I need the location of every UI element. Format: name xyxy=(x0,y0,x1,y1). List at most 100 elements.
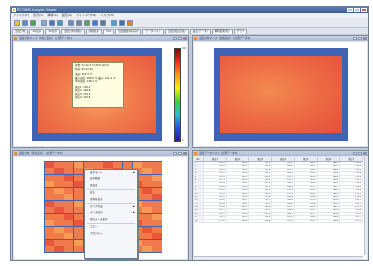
column-header[interactable]: 測点1 xyxy=(204,157,227,161)
column-header[interactable]: 測点7 xyxy=(340,157,363,161)
grid-icon[interactable] xyxy=(57,20,63,26)
grid-cell[interactable] xyxy=(54,207,64,214)
heatmap-canvas[interactable] xyxy=(194,42,367,146)
grid-cell[interactable] xyxy=(142,161,152,168)
grid-cell[interactable] xyxy=(44,207,54,214)
grid-cell[interactable] xyxy=(64,233,74,240)
grid-cell[interactable] xyxy=(54,181,64,188)
maximize-button[interactable] xyxy=(354,8,360,12)
grid-cell[interactable] xyxy=(54,239,64,246)
panel-close-button[interactable] xyxy=(363,152,367,155)
grid-cell[interactable] xyxy=(142,233,152,240)
grid-cell[interactable] xyxy=(142,220,152,227)
grid-cell[interactable] xyxy=(73,207,84,214)
grid-cell[interactable] xyxy=(152,233,162,240)
grid-cell[interactable] xyxy=(44,181,54,188)
grid-cell[interactable] xyxy=(73,187,84,194)
grid-cell[interactable] xyxy=(152,226,162,233)
grid-cell[interactable] xyxy=(44,161,54,168)
panel-close-button[interactable] xyxy=(183,152,187,155)
grid-cell[interactable] xyxy=(44,226,54,233)
grid-cell[interactable] xyxy=(64,200,74,207)
report-icon[interactable] xyxy=(92,20,98,26)
layout-icon[interactable] xyxy=(111,20,117,26)
grid-cell[interactable] xyxy=(64,194,74,201)
grid-cell[interactable] xyxy=(142,187,152,194)
grid-cell[interactable] xyxy=(44,194,54,201)
grid-cell[interactable] xyxy=(64,161,74,168)
grid-cell[interactable] xyxy=(152,181,162,188)
grid-cell[interactable] xyxy=(73,213,84,220)
grid-cell[interactable] xyxy=(132,161,142,168)
chart-icon[interactable] xyxy=(49,20,55,26)
grid-cell[interactable] xyxy=(113,161,123,168)
grid-cell[interactable] xyxy=(73,194,84,201)
grid-cell[interactable] xyxy=(142,174,152,181)
panel-maximize-button[interactable] xyxy=(358,37,362,40)
column-header[interactable]: 測点2 xyxy=(227,157,250,161)
grid-cell[interactable] xyxy=(44,233,54,240)
grid-cell[interactable] xyxy=(64,226,74,233)
grid-cell[interactable] xyxy=(93,161,103,168)
save-icon[interactable] xyxy=(22,20,28,26)
grid-cell[interactable] xyxy=(142,200,152,207)
panel-maximize-button[interactable] xyxy=(358,152,362,155)
panel-maximize-button[interactable] xyxy=(178,152,182,155)
grid-cell[interactable] xyxy=(152,207,162,214)
point-grid-canvas[interactable]: 表示モード ▶ 表示範囲 色設定 拡大 全体を表示 グラフ作成 ▶ データ出力 ▶ 測点データ表示コ… xyxy=(14,157,187,259)
grid-cell[interactable] xyxy=(64,213,74,220)
grid-cell[interactable] xyxy=(73,233,84,240)
grid-cell[interactable] xyxy=(64,168,74,175)
grid-cell[interactable] xyxy=(152,174,162,181)
table-icon[interactable] xyxy=(68,20,74,26)
grid-cell[interactable] xyxy=(44,213,54,220)
open-icon[interactable] xyxy=(14,20,20,26)
heatmap-image[interactable] xyxy=(220,56,342,133)
grid-cell[interactable] xyxy=(142,181,152,188)
grid-cell[interactable] xyxy=(64,181,74,188)
grid-cell[interactable] xyxy=(64,187,74,194)
grid-cell[interactable] xyxy=(54,168,64,175)
grid-cell[interactable] xyxy=(142,239,152,246)
grid-cell[interactable] xyxy=(152,194,162,201)
grid-cell[interactable] xyxy=(54,246,64,253)
grid-cell[interactable] xyxy=(54,220,64,227)
column-header[interactable]: 測点3 xyxy=(249,157,273,161)
grid-cell[interactable] xyxy=(64,174,74,181)
grid-cell[interactable] xyxy=(44,168,54,175)
grid-cell[interactable] xyxy=(73,174,84,181)
panel-minimize-button[interactable] xyxy=(173,37,177,40)
grid-cell[interactable] xyxy=(142,194,152,201)
play-icon[interactable] xyxy=(30,20,36,26)
grid-cell[interactable] xyxy=(83,161,93,168)
window-icon[interactable] xyxy=(119,20,125,26)
grid-cell[interactable] xyxy=(73,246,84,253)
grid-cell[interactable] xyxy=(54,174,64,181)
grid-cell[interactable] xyxy=(152,239,162,246)
grid-cell[interactable] xyxy=(142,246,152,253)
context-menu-item[interactable]: 測点データ表示 xyxy=(85,217,137,223)
context-menu-item[interactable]: 全体を表示 xyxy=(85,197,137,203)
settings-icon[interactable] xyxy=(76,20,82,26)
data-table[interactable]: No. 測点1 測点2 測点3 測点4 測点5 測点6 測点7 1 152.3 149.8 151.1… xyxy=(194,157,363,255)
grid-cell[interactable] xyxy=(152,213,162,220)
grid-cell[interactable] xyxy=(54,187,64,194)
grid-cell[interactable] xyxy=(73,200,84,207)
grid-cell[interactable] xyxy=(54,213,64,220)
panel-close-button[interactable] xyxy=(363,37,367,40)
grid-cell[interactable] xyxy=(73,168,84,175)
column-header[interactable]: 測点6 xyxy=(318,157,341,161)
grid-cell[interactable] xyxy=(73,239,84,246)
grid-cell[interactable] xyxy=(142,226,152,233)
grid-cell[interactable] xyxy=(142,213,152,220)
grid-cell[interactable] xyxy=(54,200,64,207)
column-header[interactable]: No. xyxy=(194,157,204,161)
grid-cell[interactable] xyxy=(103,161,113,168)
grid-cell[interactable] xyxy=(54,194,64,201)
grid-cell[interactable] xyxy=(152,246,162,253)
help-icon[interactable] xyxy=(127,20,133,26)
grid-cell[interactable] xyxy=(142,168,152,175)
panel-close-button[interactable] xyxy=(183,37,187,40)
grid-cell[interactable] xyxy=(73,226,84,233)
grid-cell[interactable] xyxy=(44,239,54,246)
